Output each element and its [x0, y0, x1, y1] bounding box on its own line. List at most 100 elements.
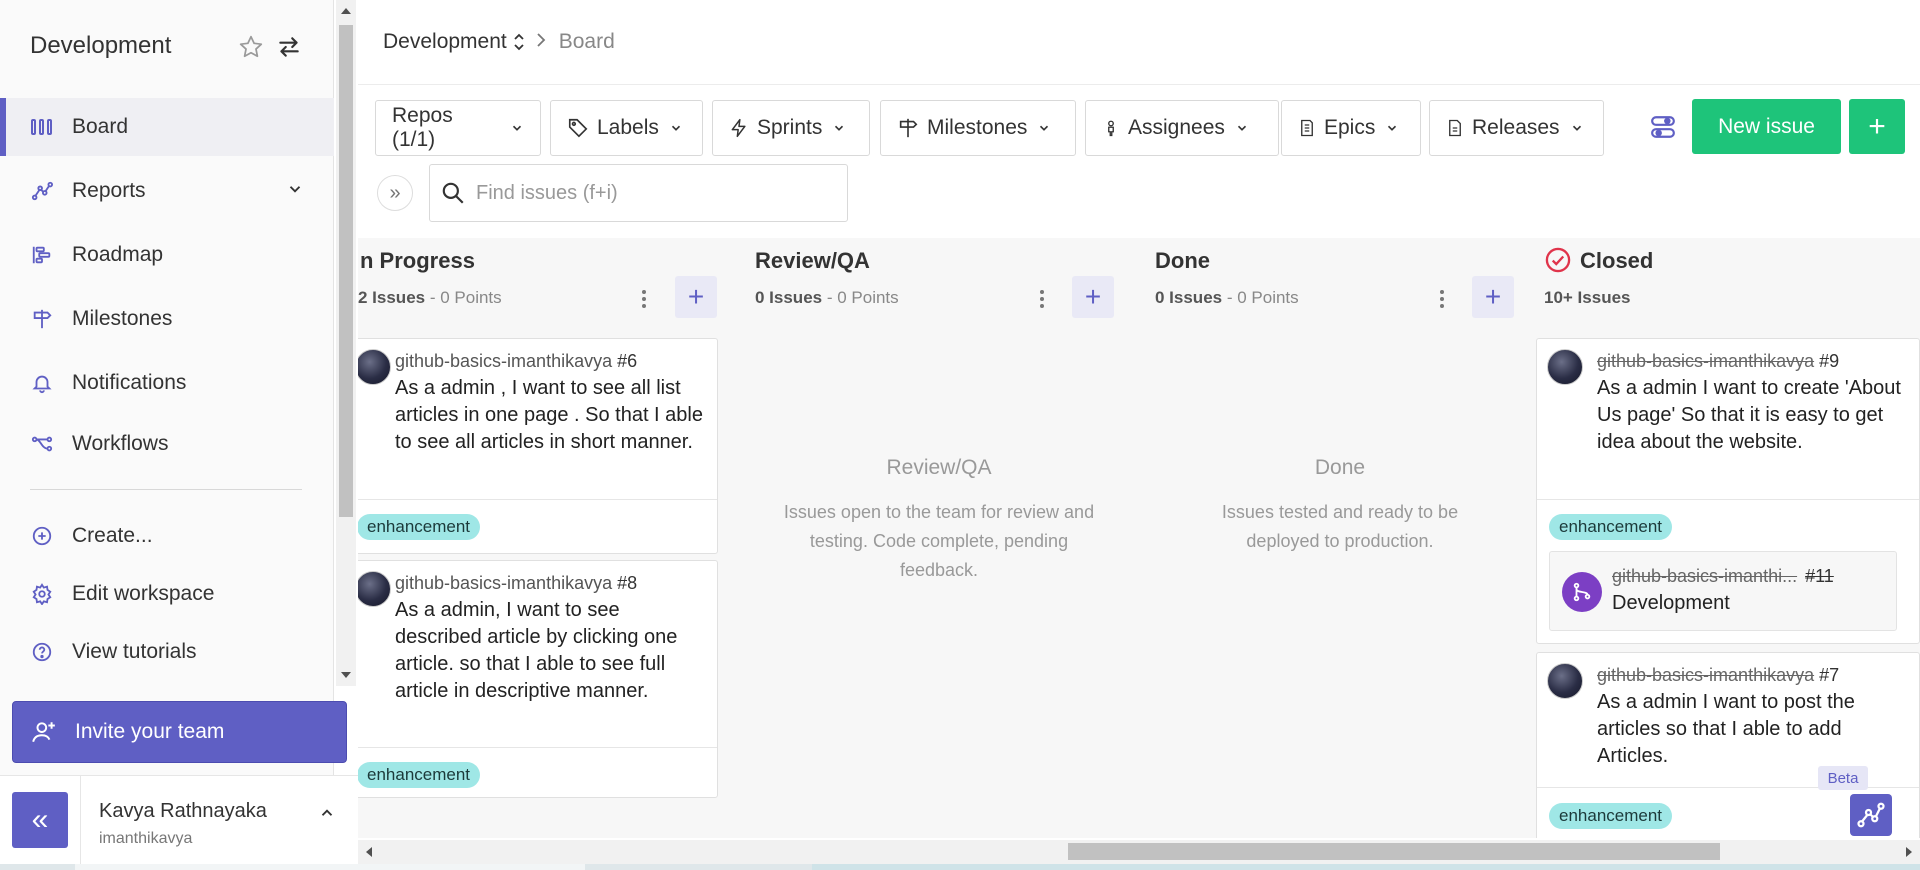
points-count: - 0 Points — [822, 288, 899, 307]
milestones-icon — [29, 306, 55, 332]
create-label: Create... — [72, 524, 153, 547]
labels-filter[interactable]: Labels — [550, 100, 703, 156]
bell-icon — [29, 370, 55, 396]
edit-workspace-action[interactable]: Edit workspace — [0, 565, 334, 623]
user-profile[interactable]: « Kavya Rathnayaka imanthikavya — [0, 775, 358, 870]
star-icon[interactable] — [238, 34, 264, 60]
label-badge[interactable]: enhancement — [358, 762, 481, 788]
toggle-view-icon[interactable] — [1650, 114, 1676, 140]
issue-card[interactable]: github-basics-imanthikavya #6 As a admin… — [358, 338, 718, 554]
add-issue-button[interactable]: + — [1072, 276, 1114, 318]
more-vertical-icon[interactable] — [634, 288, 654, 312]
search-box — [429, 164, 848, 222]
scrollbar-thumb[interactable] — [339, 25, 353, 517]
scroll-left-arrow[interactable] — [366, 847, 372, 857]
sidebar-item-notifications[interactable]: Notifications — [0, 354, 334, 412]
column-review-qa: Review/QA 0 Issues - 0 Points + Review/Q… — [754, 238, 1114, 838]
column-meta: 0 Issues - 0 Points — [1155, 288, 1299, 308]
column-meta: 0 Issues - 0 Points — [755, 288, 899, 308]
issue-repo: github-basics-imanthikavya #9 — [1597, 351, 1840, 371]
scroll-up-arrow[interactable] — [341, 8, 351, 14]
add-menu-button[interactable]: + — [1849, 99, 1905, 154]
linked-pull-request[interactable]: github-basics-imanthi... #11 Development — [1549, 551, 1897, 631]
sprints-filter-label: Sprints — [757, 116, 823, 139]
chevron-down-icon — [1235, 121, 1249, 135]
expand-filters-button[interactable]: » — [377, 175, 413, 211]
column-title: Review/QA — [755, 248, 870, 273]
chevron-down-icon — [832, 121, 846, 135]
workspace-title[interactable]: Development — [30, 32, 171, 60]
assignees-filter[interactable]: Assignees — [1085, 100, 1279, 156]
empty-title: Done — [1314, 456, 1366, 479]
lightning-icon — [729, 117, 749, 139]
epics-filter-label: Epics — [1324, 116, 1376, 139]
sidebar-item-reports[interactable]: Reports — [0, 162, 334, 220]
switch-workspace-icon[interactable] — [276, 34, 302, 60]
label-badge[interactable]: enhancement — [1549, 514, 1673, 540]
bottom-strip-segment — [812, 864, 1920, 870]
user-separator — [80, 776, 81, 870]
add-issue-button[interactable]: + — [675, 276, 717, 318]
issue-count: 0 Issues — [755, 288, 823, 307]
sidebar-item-label: Reports — [72, 179, 146, 202]
column-done: Done 0 Issues - 0 Points + Done Issues t… — [1155, 238, 1515, 838]
sidebar-item-milestones[interactable]: Milestones — [0, 290, 334, 348]
header-divider — [358, 84, 1920, 85]
releases-filter-label: Releases — [1472, 116, 1560, 139]
breadcrumb-workspace[interactable]: Development — [383, 30, 507, 54]
sidebar-item-label: Roadmap — [72, 243, 164, 266]
workflows-icon — [29, 431, 55, 457]
sidebar-item-roadmap[interactable]: Roadmap — [0, 226, 334, 284]
more-vertical-icon[interactable] — [1432, 288, 1452, 312]
label-badge[interactable]: enhancement — [1549, 803, 1673, 829]
chevron-up-icon[interactable] — [318, 804, 336, 827]
column-meta: 10+ Issues — [1544, 288, 1631, 308]
empty-state: Review/QA Issues open to the team for re… — [774, 456, 1104, 585]
beta-feature-button[interactable] — [1850, 794, 1892, 836]
points-count: - 0 Points — [425, 288, 502, 307]
milestones-filter[interactable]: Milestones — [880, 100, 1076, 156]
sort-icon[interactable] — [513, 33, 525, 51]
repos-filter[interactable]: Repos (1/1) — [375, 100, 541, 156]
new-issue-button[interactable]: New issue — [1692, 99, 1841, 154]
create-action[interactable]: Create... — [0, 507, 334, 565]
board-horizontal-scrollbar[interactable] — [358, 840, 1920, 864]
sidebar-item-board[interactable]: Board — [0, 98, 334, 156]
repos-filter-label: Repos (1/1) — [392, 104, 453, 151]
epics-filter[interactable]: Epics — [1281, 100, 1421, 156]
scroll-right-arrow[interactable] — [1906, 847, 1912, 857]
label-badge[interactable]: enhancement — [358, 514, 481, 540]
sidebar-item-workflows[interactable]: Workflows — [0, 415, 334, 473]
more-vertical-icon[interactable] — [1032, 288, 1052, 312]
search-input[interactable] — [476, 181, 816, 205]
bottom-strip-segment — [75, 864, 585, 870]
issue-card[interactable]: github-basics-imanthikavya #8 As a admin… — [358, 560, 718, 798]
chevron-down-icon — [1037, 121, 1051, 135]
releases-filter[interactable]: Releases — [1429, 100, 1604, 156]
scrollbar-thumb[interactable] — [1068, 843, 1720, 860]
avatar — [1547, 663, 1583, 699]
sidebar-item-label: Board — [72, 115, 129, 138]
chevron-down-icon — [1385, 121, 1399, 135]
empty-title: Review/QA — [886, 456, 992, 479]
chevron-down-icon — [510, 121, 524, 135]
invite-team-button[interactable]: Invite your team — [12, 701, 347, 763]
collapse-sidebar-button[interactable]: « — [12, 792, 68, 848]
sidebar-scrollbar[interactable] — [336, 0, 356, 686]
pull-request-icon — [1562, 572, 1602, 612]
column-title: Done — [1155, 248, 1210, 273]
chevron-down-icon[interactable] — [286, 180, 304, 204]
board-icon — [29, 114, 55, 140]
card-divider — [1537, 499, 1919, 500]
reports-icon — [29, 178, 55, 204]
view-tutorials-action[interactable]: View tutorials — [0, 623, 334, 681]
add-issue-button[interactable]: + — [1472, 276, 1514, 318]
issue-card[interactable]: github-basics-imanthikavya #9 As a admin… — [1536, 338, 1920, 644]
sidebar: Development Board Reports Roadmap Milest — [0, 0, 347, 870]
column-in-progress: n Progress 2 Issues - 0 Points + github-… — [358, 238, 718, 838]
board: n Progress 2 Issues - 0 Points + github-… — [358, 238, 1920, 838]
sprints-filter[interactable]: Sprints — [712, 100, 870, 156]
scroll-down-arrow[interactable] — [341, 672, 351, 678]
issue-count: 0 Issues — [1155, 288, 1223, 307]
add-user-icon — [31, 719, 57, 745]
